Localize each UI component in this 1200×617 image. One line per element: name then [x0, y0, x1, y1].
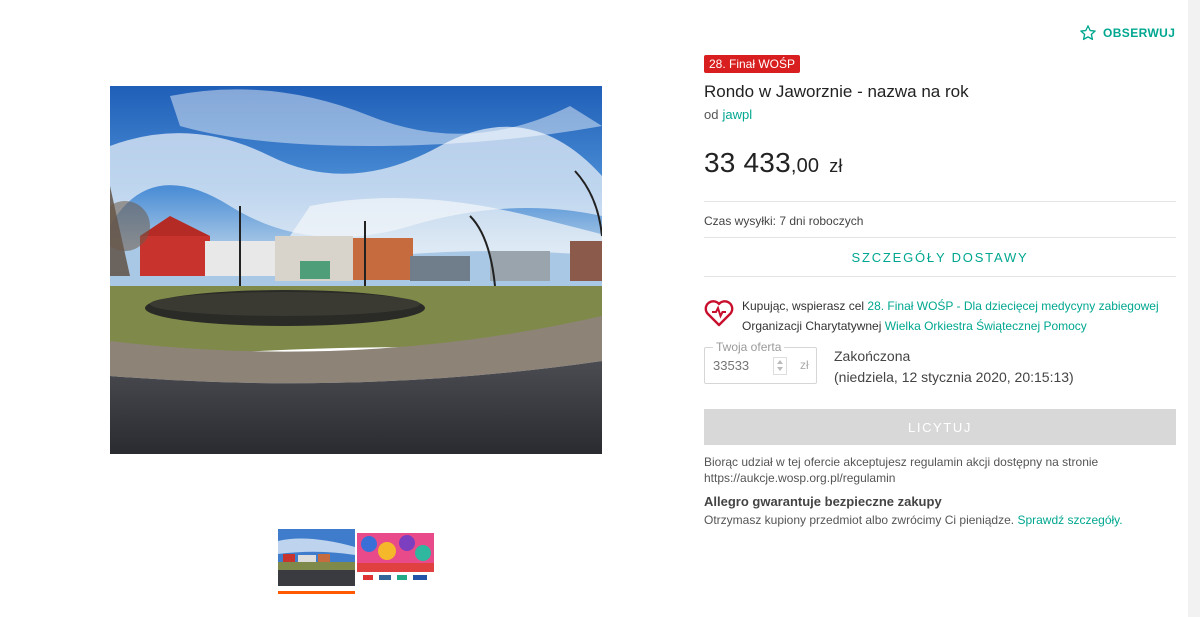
thumb-wosp-poster[interactable] [357, 529, 434, 586]
active-thumbnail-indicator [278, 591, 355, 594]
auction-status: Zakończona [834, 348, 911, 364]
offer-legend: Twoja oferta [713, 340, 785, 354]
main-product-image[interactable] [110, 86, 602, 454]
divider [704, 276, 1176, 277]
price-currency: zł [829, 156, 843, 176]
wosp-badge: 28. Finał WOŚP [704, 55, 801, 73]
bid-button[interactable]: LICYTUJ [704, 409, 1176, 445]
auction-end-date: (niedziela, 12 stycznia 2020, 20:15:13) [834, 369, 1074, 385]
offer-field[interactable]: Twoja oferta zł [704, 340, 817, 384]
offer-card: OBSERWUJ 28. Finał WOŚP Rondo w Jaworzni… [0, 0, 1188, 617]
stepper-up-icon[interactable] [777, 360, 783, 364]
guarantee-details-link[interactable]: Sprawdź szczegóły. [1017, 513, 1122, 527]
charity-org-prefix: Organizacji Charytatywnej [742, 319, 885, 333]
terms-text: Biorąc udział w tej ofercie akceptujesz … [704, 454, 1176, 486]
heart-icon [704, 300, 734, 327]
delivery-details-button[interactable]: SZCZEGÓŁY DOSTAWY [704, 239, 1176, 276]
divider [704, 237, 1176, 238]
guarantee-body: Otrzymasz kupiony przedmiot albo zwrócim… [704, 513, 1018, 527]
shipping-time: Czas wysyłki: 7 dni roboczych [704, 214, 864, 228]
charity-org-link[interactable]: Wielka Orkiestra Świątecznej Pomocy [885, 319, 1087, 333]
seller-line: od jawpl [704, 107, 752, 122]
terms-line-1: Biorąc udział w tej ofercie akceptujesz … [704, 455, 1099, 469]
terms-line-2: https://aukcje.wosp.org.pl/regulamin [704, 471, 896, 485]
page-edge [1188, 0, 1200, 617]
charity-prefix: Kupując, wspierasz cel [742, 299, 868, 313]
seller-link[interactable]: jawpl [722, 107, 752, 122]
observe-button[interactable]: OBSERWUJ [1079, 24, 1175, 42]
observe-label: OBSERWUJ [1103, 26, 1176, 40]
guarantee-title: Allegro gwarantuje bezpieczne zakupy [704, 494, 942, 509]
charity-text: Kupując, wspierasz cel 28. Finał WOŚP - … [742, 296, 1182, 336]
stepper-down-icon[interactable] [777, 367, 783, 371]
seller-prefix: od [704, 107, 719, 122]
price: 33 433,00 zł [704, 147, 843, 179]
thumb-roundabout[interactable] [278, 529, 355, 586]
price-integer: 33 433 [704, 147, 791, 178]
offer-unit: zł [800, 358, 809, 372]
guarantee-text: Otrzymasz kupiony przedmiot albo zwrócim… [704, 513, 1123, 527]
price-decimal: ,00 [790, 155, 820, 177]
offer-stepper[interactable] [773, 357, 787, 375]
divider [704, 201, 1176, 202]
offer-input[interactable] [713, 358, 771, 373]
charity-goal-link[interactable]: 28. Finał WOŚP - Dla dziecięcej medycyny… [867, 299, 1158, 313]
star-outline-icon [1080, 25, 1096, 41]
offer-title: Rondo w Jaworznie - nazwa na rok [704, 82, 969, 101]
